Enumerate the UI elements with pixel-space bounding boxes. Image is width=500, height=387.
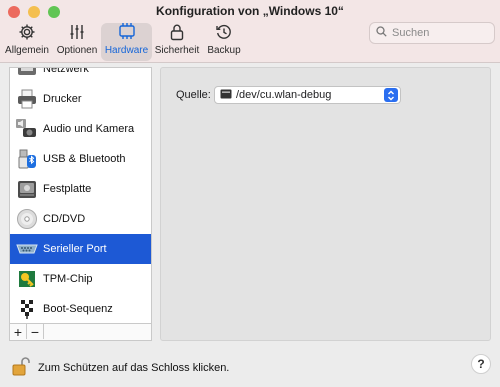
toolbar-label: Sicherheit <box>154 45 200 56</box>
hardware-list: Netzwerk Drucker Audio und Kamera USB & … <box>10 67 151 324</box>
clock-history-icon <box>212 21 236 43</box>
sidebar-item-label: Audio und Kamera <box>43 123 135 135</box>
serial-port-settings-panel: Quelle: /dev/cu.wlan-debug <box>160 67 491 341</box>
boot-sequence-icon <box>14 297 40 321</box>
network-icon <box>14 68 40 81</box>
toolbar-item-hardware[interactable]: Hardware <box>104 21 149 61</box>
sidebar-item-serieller-port[interactable]: Serieller Port <box>10 234 151 264</box>
window-title: Konfiguration von „Windows 10“ <box>156 4 344 18</box>
toolbar-item-backup[interactable]: Backup <box>205 21 243 61</box>
sliders-icon <box>65 21 89 43</box>
sidebar-item-cd-dvd[interactable]: CD/DVD <box>10 204 151 234</box>
audio-camera-icon <box>14 117 40 141</box>
sidebar-item-drucker[interactable]: Drucker <box>10 84 151 114</box>
sidebar-item-label: USB & Bluetooth <box>43 153 126 165</box>
lock-area: Zum Schützen auf das Schloss klicken. <box>12 356 229 379</box>
chevron-updown-icon <box>384 88 398 102</box>
search-input[interactable] <box>392 27 488 39</box>
search-field[interactable] <box>369 22 495 44</box>
source-label: Quelle: <box>176 89 211 101</box>
add-device-button[interactable]: + <box>10 324 27 339</box>
hardware-sidebar: Netzwerk Drucker Audio und Kamera USB & … <box>9 67 152 341</box>
sidebar-item-usb-bluetooth[interactable]: USB & Bluetooth <box>10 144 151 174</box>
toolbar-item-sicherheit[interactable]: Sicherheit <box>155 21 199 61</box>
toolbar-label: Backup <box>207 45 241 56</box>
help-button[interactable]: ? <box>471 354 491 374</box>
toolbar-label: Hardware <box>104 45 149 56</box>
configuration-window: Konfiguration von „Windows 10“ Allgemein… <box>0 0 500 387</box>
toolbar-label: Optionen <box>56 45 98 56</box>
sidebar-item-audio-kamera[interactable]: Audio und Kamera <box>10 114 151 144</box>
terminal-icon <box>220 89 232 102</box>
sidebar-item-tpm-chip[interactable]: TPM-Chip <box>10 264 151 294</box>
toolbar-item-allgemein[interactable]: Allgemein <box>5 21 49 61</box>
printer-icon <box>14 87 40 111</box>
sidebar-item-label: Festplatte <box>43 183 92 195</box>
sidebar-item-label: Serieller Port <box>43 243 107 255</box>
cd-dvd-icon <box>14 207 40 231</box>
sidebar-item-label: Boot-Sequenz <box>43 303 113 315</box>
tpm-chip-icon <box>14 267 40 291</box>
sidebar-item-boot-sequenz[interactable]: Boot-Sequenz <box>10 294 151 324</box>
sidebar-item-label: Drucker <box>43 93 82 105</box>
hardware-chip-icon <box>115 21 139 43</box>
sidebar-item-netzwerk[interactable]: Netzwerk <box>10 67 151 84</box>
sidebar-item-label: TPM-Chip <box>43 273 93 285</box>
open-lock-icon[interactable] <box>12 356 30 379</box>
toolbar-label: Allgemein <box>5 45 49 56</box>
sidebar-item-festplatte[interactable]: Festplatte <box>10 174 151 204</box>
sidebar-item-label: Netzwerk <box>43 67 89 75</box>
gear-icon <box>15 21 39 43</box>
source-select[interactable]: /dev/cu.wlan-debug <box>214 86 401 104</box>
sidebar-footer: + − <box>10 323 151 340</box>
remove-device-button[interactable]: − <box>27 324 44 339</box>
lock-icon <box>165 21 189 43</box>
toolbar: Konfiguration von „Windows 10“ Allgemein… <box>0 0 500 63</box>
hard-disk-icon <box>14 177 40 201</box>
serial-port-icon <box>14 237 40 261</box>
sidebar-item-label: CD/DVD <box>43 213 86 225</box>
usb-bluetooth-icon <box>14 147 40 171</box>
toolbar-item-optionen[interactable]: Optionen <box>56 21 98 61</box>
search-icon <box>376 26 387 40</box>
lock-hint-text: Zum Schützen auf das Schloss klicken. <box>38 361 230 374</box>
source-value: /dev/cu.wlan-debug <box>236 89 332 101</box>
